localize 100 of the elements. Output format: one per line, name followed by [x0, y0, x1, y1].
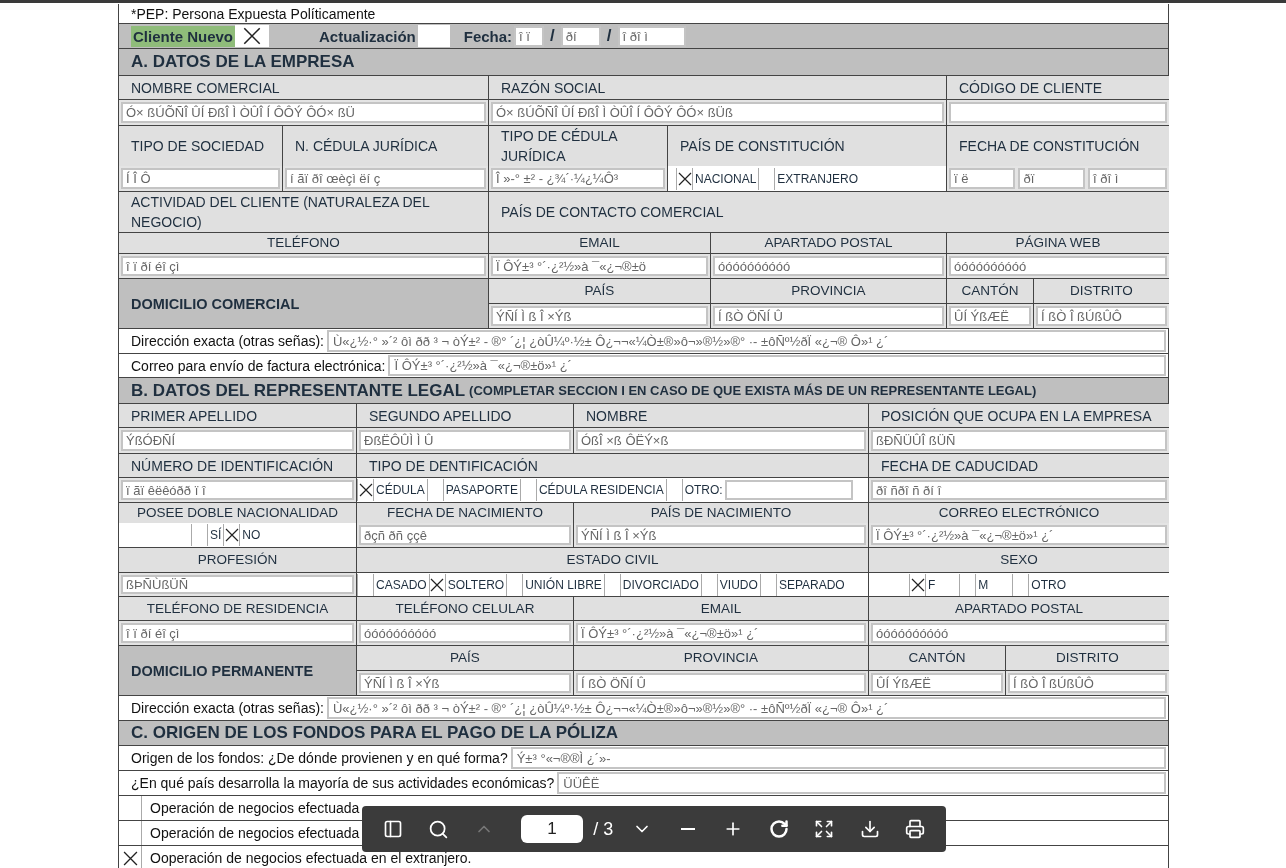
input-field[interactable]: Í ßÒ ÖÑÍ Û [713, 306, 944, 326]
field-label: PAÍS [357, 646, 574, 670]
input-field[interactable]: Ó× ßÚÕÑÎ ÛÍ ÐßÎ Ì ÒÛÎ Í ÔÔÝ ÔÓ× ßÜ [121, 102, 486, 123]
page-count: / 3 [593, 818, 614, 840]
rotate-icon [768, 819, 789, 839]
field-label: PROFESIÓN [119, 548, 357, 572]
input-field[interactable]: Ï ÔÝ±³ °´·¿²½»à ¯«¿¬®±ö»¹ ¿´ [388, 355, 1166, 376]
expand-icon [814, 819, 835, 839]
checkbox[interactable] [519, 479, 537, 501]
input-field[interactable]: ÓßÎ ×ß ÔËÝ×ß [576, 430, 866, 451]
input-field[interactable]: ßÞÑÙßÜÑ [121, 575, 354, 594]
field-label: APARTADO POSTAL [711, 233, 947, 253]
checkbox[interactable] [676, 167, 693, 190]
input-field[interactable]: ï ãï êëêóðð ï î [121, 480, 354, 500]
option-label: NO [241, 528, 262, 542]
input-field[interactable]: Ý±³ °«¬®®Ì ¿´»- [510, 747, 1166, 769]
input-field[interactable]: óóóóóóóóóó [359, 623, 571, 643]
date-field[interactable]: î ï [514, 25, 545, 47]
input-field[interactable]: ÝÑÍ Ì ß Î ×Ýß [491, 306, 708, 326]
field-label: CÓDIGO DE CLIENTE [947, 76, 1169, 99]
input-field[interactable]: Î »-° ±² - ¿¾´·¼¿¼Ô³ [491, 168, 665, 189]
input-field[interactable]: óóóóóóóóóó [871, 623, 1167, 643]
checkbox[interactable] [758, 167, 776, 190]
input-field[interactable]: Ï ÔÝ±³ °´·¿²½»à ¯«¿¬®±ö [491, 256, 708, 276]
input-field[interactable]: Ï ÔÝ±³ °´·¿²½»à ¯«¿¬®±ö»¹ ¿´ [576, 623, 866, 643]
field-label: SEGUNDO APELLIDO [357, 404, 574, 427]
checkbox[interactable] [426, 479, 444, 501]
field-label: CORREO ELECTRÓNICO [869, 503, 1169, 523]
option-label: OTRO [1030, 577, 1067, 592]
input-field[interactable]: Í Î Ô [121, 168, 280, 189]
input-field[interactable]: Í ßÒ ÖÑÍ Û [576, 673, 866, 693]
field-label: ACTIVIDAD DEL CLIENTE (NATURALEZA DEL NEGOCIO) [119, 192, 489, 232]
option-label: CÉDULA RESIDENCIA [537, 483, 665, 497]
input-field[interactable]: ßÐÑÜÛÎ ßÜÑ [871, 430, 1167, 451]
checkbox[interactable] [759, 573, 777, 596]
field-label: PROVINCIA [711, 279, 947, 303]
search-icon [427, 818, 449, 840]
date-field[interactable]: î ðî ì [1087, 168, 1167, 189]
checkbox[interactable] [506, 573, 524, 596]
field-label: TELÉFONO DE RESIDENCIA [119, 597, 357, 620]
field-label: APARTADO POSTAL [869, 597, 1169, 620]
input-field[interactable]: ÝÑÍ Ì ß Î ×Ýß [359, 673, 571, 693]
printer-icon [905, 819, 926, 839]
sidebar-icon [382, 819, 403, 839]
option-label: Ooperación de negocios efectuada en el extranjero. [149, 850, 472, 866]
field-label: TIPO DE DENTIFICACIÓN [357, 454, 869, 477]
input-field[interactable]: î ï ðí éî çì [121, 256, 486, 276]
input-field[interactable]: óóóóóóóóóó [949, 256, 1167, 276]
checkbox[interactable] [700, 573, 718, 596]
checkbox[interactable] [357, 479, 374, 501]
field-label: FECHA DE CONSTITUCIÓN [947, 126, 1169, 166]
date-field[interactable]: ï ë [949, 168, 1016, 189]
checkbox[interactable] [223, 524, 241, 546]
checkbox[interactable] [603, 573, 621, 596]
input-field[interactable] [724, 480, 853, 500]
option-label: SOLTERO [446, 577, 506, 592]
input-field[interactable]: Ù«¿½·° »´² ôì ðð ³ ¬ òÝ±² - ®° ´¿¦ ¿òÛ¼º·½± Ô¿¬¬«¼Ò±®»ô¬»®½»®° ·- ±ôÑº½ðÏ «¿¬® Ô»¹ ¿´ [326, 330, 1166, 352]
checkbox[interactable] [1012, 573, 1030, 596]
input-field[interactable]: Ù«¿½·° »´² ôì ðð ³ ¬ òÝ±² - ®° ´¿¦ ¿òÛ¼º·½± Ô¿¬¬«¼Ò±®»ô¬»®½»®° ·- ±ôÑº½ðÏ «¿¬® Ô»¹ ¿´ [326, 697, 1166, 719]
option-label: PASAPORTE [444, 483, 519, 497]
checkbox[interactable] [357, 573, 374, 596]
field-label: PAÍS [489, 279, 711, 303]
option-label: SÍ [209, 528, 223, 542]
input-field[interactable]: ÛÍ ÝßÆË [871, 673, 1003, 693]
input-field[interactable]: óóóóóóóóóó [713, 256, 944, 276]
field-label: SEXO [869, 548, 1169, 572]
option-label: DIVORCIADO [621, 577, 700, 592]
input-field[interactable]: í ãï ðî œèçì ëí ç [285, 168, 486, 189]
status-label: Actualización [318, 26, 417, 47]
checkbox[interactable] [428, 573, 446, 596]
page-number-field[interactable]: 1 [520, 815, 584, 843]
input-field[interactable]: ÛÍ ÝßÆË [949, 306, 1031, 326]
section-subtitle: (COMPLETAR SECCION I EN CASO DE QUE EXISTA MÁS DE UN REPRESENTANTE LEGAL) [469, 383, 1037, 398]
input-field[interactable]: ÝÑÍ Ì ß Î ×Ýß [576, 525, 866, 545]
date-field[interactable]: ðí [560, 25, 601, 47]
checkbox[interactable] [665, 479, 683, 501]
field-label: PRIMER APELLIDO [119, 404, 357, 427]
input-field[interactable]: ðî ñðî ñ ðí î [871, 480, 1167, 500]
checkbox[interactable] [191, 524, 208, 546]
field-label: TELÉFONO CELULAR [357, 597, 574, 620]
date-field[interactable]: ðï [1018, 168, 1085, 189]
field-label: ¿En qué país desarrolla la mayoría de sus actividades económicas? [130, 774, 556, 793]
field-label: POSICIÓN QUE OCUPA EN LA EMPRESA [869, 404, 1169, 427]
section-title: B. DATOS DEL REPRESENTANTE LEGAL [131, 380, 466, 401]
checkbox[interactable] [417, 25, 450, 47]
input-field[interactable]: ÜÜÊË [557, 772, 1166, 794]
input-field[interactable]: ÝßÓÐÑÍ [121, 430, 354, 451]
input-field[interactable]: î ï ðí éî çì [121, 623, 354, 643]
input-field[interactable]: Í ßÒ Î ßÚßÛÔ [1036, 306, 1167, 326]
input-field[interactable]: Ó× ßÚÕÑÎ ÛÍ ÐßÎ Ì ÒÛÎ Í ÔÔÝ ÔÓ× ßÜß [491, 102, 944, 123]
checkbox[interactable] [959, 573, 977, 596]
field-label: FECHA DE CADUCIDAD [869, 454, 1169, 477]
checkbox[interactable] [235, 25, 270, 47]
input-field[interactable]: Í ßÒ Î ßÚßÛÔ [1008, 673, 1167, 693]
input-field[interactable]: ÐßËÔÛÌ Ì Û [359, 430, 571, 451]
option-label: OTRO: [683, 483, 724, 497]
checkbox[interactable] [909, 573, 926, 596]
date-field[interactable]: î ðî ì [617, 25, 686, 47]
input-field[interactable]: ðçñ ðñ ççê [359, 525, 571, 545]
input-field[interactable]: Ï ÔÝ±³ °´·¿²½»à ¯«¿¬®±ö»¹ ¿´ [871, 525, 1167, 545]
